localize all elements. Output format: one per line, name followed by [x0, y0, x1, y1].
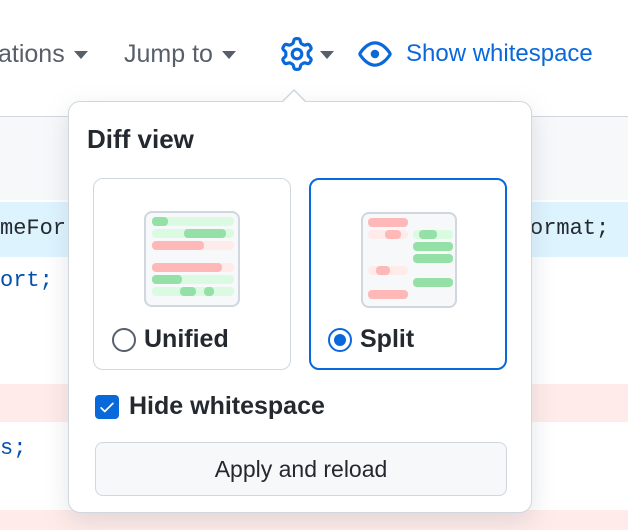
caret-down-icon — [73, 51, 88, 59]
diff-settings-button[interactable] — [280, 35, 340, 73]
split-preview-icon — [361, 212, 457, 308]
jump-to-label: Jump to — [124, 39, 213, 68]
split-label: Split — [360, 325, 415, 353]
diff-view-popover: Diff view Unified Split Hide whitespace … — [68, 101, 532, 513]
check-icon — [100, 402, 114, 412]
eye-icon — [358, 37, 406, 71]
diff-view-option-split[interactable]: Split — [309, 178, 507, 370]
caret-down-icon — [320, 51, 334, 59]
popover-pointer-fill — [282, 91, 306, 103]
unified-preview-icon — [144, 211, 240, 307]
conversations-dropdown[interactable]: ations — [0, 36, 88, 72]
code-line-removed — [0, 510, 628, 530]
hide-whitespace-checkbox[interactable] — [95, 394, 119, 419]
code-text: s; — [0, 436, 27, 461]
popover-title: Diff view — [87, 124, 194, 154]
show-whitespace-button[interactable]: Show whitespace — [358, 36, 593, 72]
jump-to-dropdown[interactable]: Jump to — [124, 36, 236, 72]
unified-label: Unified — [144, 325, 229, 353]
gear-icon — [280, 37, 314, 71]
split-radio-row[interactable]: Split — [328, 325, 414, 354]
code-text: ort; — [0, 268, 53, 293]
show-whitespace-label: Show whitespace — [406, 40, 593, 67]
split-radio[interactable] — [328, 327, 352, 352]
code-text-left: meFor — [0, 216, 67, 241]
diff-view-option-unified[interactable]: Unified — [93, 178, 291, 370]
diff-toolbar: ations Jump to Show whitespace — [0, 0, 628, 112]
hide-whitespace-option[interactable]: Hide whitespace — [95, 392, 325, 421]
unified-radio[interactable] — [112, 327, 136, 352]
conversations-label: ations — [0, 39, 65, 68]
hide-whitespace-label: Hide whitespace — [129, 392, 325, 420]
apply-and-reload-button[interactable]: Apply and reload — [95, 442, 507, 496]
code-text-right: ormat; — [530, 216, 610, 241]
caret-down-icon — [221, 51, 236, 59]
unified-radio-row[interactable]: Unified — [112, 325, 229, 354]
